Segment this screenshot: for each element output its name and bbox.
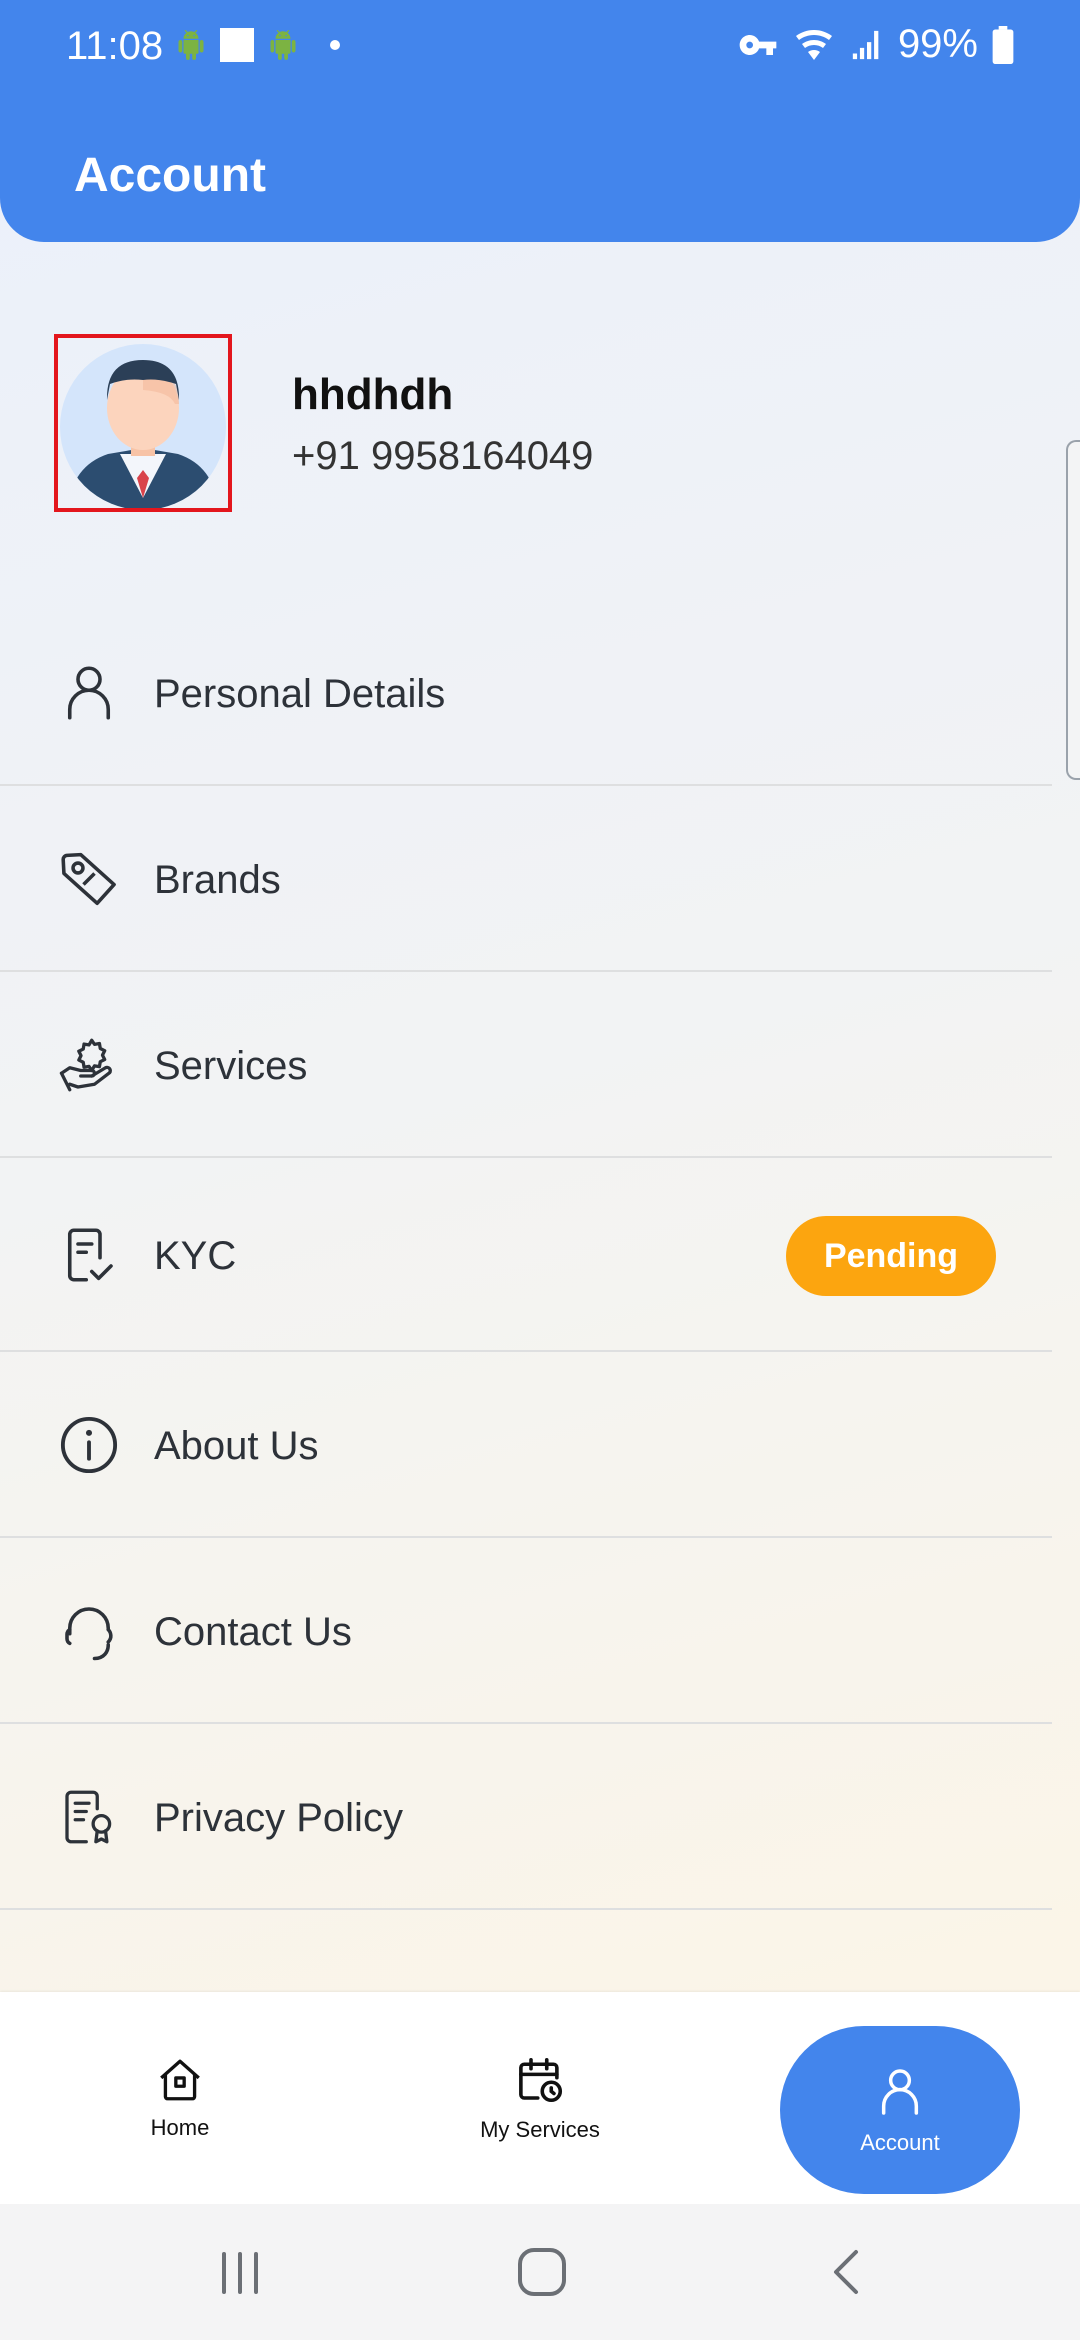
menu-item-personal-details[interactable]: Personal Details — [0, 600, 1052, 786]
nav-label: Home — [150, 2115, 210, 2140]
android-icon — [270, 30, 296, 60]
user-icon — [881, 2069, 919, 2115]
square-notification-icon — [220, 28, 254, 62]
menu-item-services[interactable]: Services — [0, 972, 1052, 1158]
status-icons-left — [176, 28, 340, 62]
app-header: 11:08 99% Account — [0, 0, 1080, 242]
menu-label: Services — [154, 1044, 308, 1088]
calendar-icon — [519, 2057, 563, 2103]
menu-label: Brands — [154, 858, 281, 902]
page-title: Account — [74, 149, 266, 202]
battery-icon — [992, 25, 1014, 64]
menu-label: KYC — [154, 1234, 237, 1278]
home-system-icon[interactable] — [514, 2244, 570, 2300]
system-navigation-bar — [0, 2204, 1080, 2340]
avatar-image — [60, 344, 226, 508]
avatar[interactable] — [54, 334, 232, 512]
menu-item-contact-us[interactable]: Contact Us — [0, 1538, 1052, 1724]
vpn-key-icon — [739, 34, 777, 55]
info-icon — [60, 1416, 118, 1474]
menu-item-kyc[interactable]: KYC Pending — [0, 1158, 1052, 1352]
menu-label: About Us — [154, 1424, 319, 1468]
menu-item-about-us[interactable]: About Us — [0, 1352, 1052, 1538]
profile-name: hhdhdh — [292, 370, 454, 419]
nav-home[interactable]: Home — [100, 1992, 260, 2204]
back-icon[interactable] — [826, 2244, 866, 2300]
user-icon — [67, 666, 111, 720]
nav-label: Account — [860, 2130, 940, 2155]
recent-apps-icon[interactable] — [216, 2244, 264, 2300]
nav-label: My Services — [480, 2117, 600, 2142]
home-icon — [160, 2059, 200, 2101]
menu-item-brands[interactable]: Brands — [0, 786, 1052, 972]
bottom-navigation: Home My Services Account — [0, 1992, 1080, 2204]
battery-percentage: 99% — [897, 22, 978, 66]
status-time: 11:08 — [66, 24, 164, 68]
kyc-status-badge: Pending — [786, 1216, 996, 1296]
profile-phone: +91 9958164049 — [292, 434, 594, 478]
android-icon — [178, 30, 204, 60]
document-check-icon — [67, 1228, 113, 1282]
service-hand-icon — [59, 1038, 112, 1092]
dot-icon — [330, 40, 340, 50]
menu-label: Contact Us — [154, 1610, 352, 1654]
status-icons-right: 99% — [738, 22, 1014, 67]
nav-account[interactable]: Account — [780, 2026, 1020, 2194]
wifi-icon — [795, 29, 832, 60]
nav-my-services[interactable]: My Services — [440, 1992, 640, 2204]
headset-icon — [65, 1607, 113, 1661]
tag-icon — [61, 852, 116, 906]
account-menu: Personal Details Brands Services KYC Pen… — [0, 600, 1052, 1910]
signal-icon — [852, 30, 879, 59]
scroll-handle[interactable] — [1066, 440, 1080, 780]
certificate-document-icon — [65, 1790, 112, 1844]
menu-label: Privacy Policy — [154, 1796, 403, 1840]
menu-label: Personal Details — [154, 672, 446, 716]
menu-item-privacy-policy[interactable]: Privacy Policy — [0, 1724, 1052, 1910]
status-bar: 11:08 99% — [0, 0, 1080, 96]
